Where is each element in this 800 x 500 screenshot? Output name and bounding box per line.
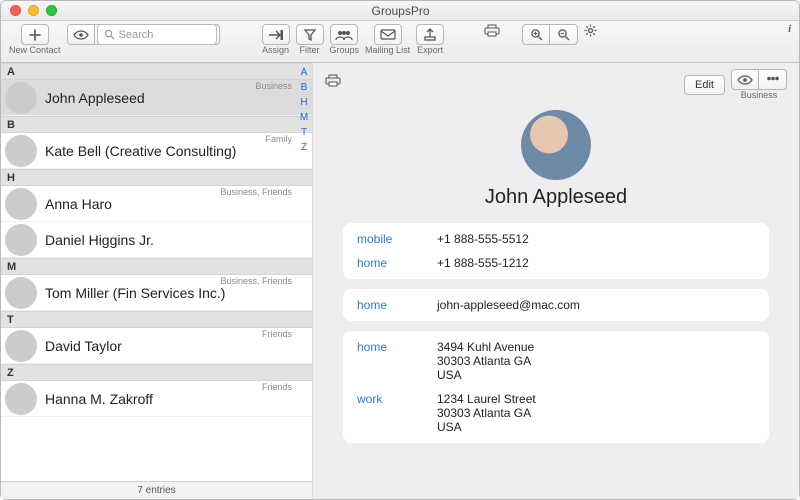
business-label: Business [741, 91, 778, 100]
detail-field-value: john-appleseed@mac.com [437, 298, 580, 312]
detail-field-label: mobile [357, 232, 437, 246]
alpha-index[interactable]: ABHMTZ [298, 67, 310, 153]
detail-row: mobile+1 888-555-5512 [343, 227, 769, 251]
index-letter[interactable]: B [298, 82, 310, 93]
section-header: B [1, 116, 312, 133]
index-letter[interactable]: Z [298, 142, 310, 153]
groups-label: Groups [330, 46, 360, 55]
edit-button[interactable]: Edit [684, 75, 725, 95]
search-field-wrap: Search [95, 24, 220, 45]
avatar [5, 277, 37, 309]
contact-row[interactable]: John Appleseed Business [1, 80, 312, 116]
contact-avatar [521, 110, 591, 180]
contact-row[interactable]: David Taylor Friends [1, 328, 312, 364]
contact-row[interactable]: Hanna M. Zakroff Friends [1, 381, 312, 417]
contact-name: John Appleseed [325, 186, 787, 209]
contact-name-label: John Appleseed [45, 90, 145, 106]
avatar [5, 330, 37, 362]
filter-label: Filter [300, 46, 320, 55]
phones-card: mobile+1 888-555-5512home+1 888-555-1212 [343, 223, 769, 279]
detail-field-label: home [357, 298, 437, 312]
detail-field-value: +1 888-555-5512 [437, 232, 529, 246]
print-button[interactable] [325, 74, 341, 95]
contact-name-label: David Taylor [45, 338, 122, 354]
index-letter[interactable]: M [298, 112, 310, 123]
eye-toggle[interactable] [67, 24, 95, 45]
print-button-2[interactable] [484, 24, 500, 45]
section-header: T [1, 311, 312, 328]
assign-label: Assign [262, 46, 289, 55]
detail-field-value: 1234 Laurel Street30303 Atlanta GAUSA [437, 392, 536, 434]
contact-row[interactable]: Kate Bell (Creative Consulting) Family [1, 133, 312, 169]
index-letter[interactable]: A [298, 67, 310, 78]
zoom-out-button[interactable] [550, 24, 578, 45]
contact-row[interactable]: Anna Haro Business, Friends [1, 186, 312, 222]
detail-field-label: home [357, 340, 437, 382]
contact-tag: Business, Friends [220, 187, 292, 197]
new-contact-label: New Contact [9, 46, 61, 55]
settings-button[interactable] [584, 24, 597, 45]
detail-row: home+1 888-555-1212 [343, 251, 769, 275]
contact-name-label: Kate Bell (Creative Consulting) [45, 143, 236, 159]
detail-eye-toggle[interactable] [731, 69, 759, 90]
assign-button[interactable] [262, 24, 290, 45]
index-letter[interactable]: T [298, 127, 310, 138]
avatar [5, 188, 37, 220]
footer-count: 7 entries [1, 481, 312, 499]
section-header: M [1, 258, 312, 275]
avatar [5, 82, 37, 114]
section-header: A [1, 63, 312, 80]
avatar [5, 383, 37, 415]
detail-row: work1234 Laurel Street30303 Atlanta GAUS… [343, 387, 769, 439]
groups-button[interactable] [330, 24, 358, 45]
contact-tag: Friends [262, 382, 292, 392]
avatar [5, 224, 37, 256]
index-letter[interactable]: H [298, 97, 310, 108]
contact-name-label: Daniel Higgins Jr. [45, 232, 154, 248]
export-label: Export [417, 46, 443, 55]
info-button[interactable]: i [788, 24, 791, 45]
detail-row: home3494 Kuhl Avenue30303 Atlanta GAUSA [343, 335, 769, 387]
detail-groups-toggle[interactable] [759, 69, 787, 90]
search-input[interactable]: Search [97, 24, 217, 45]
mailing-list-label: Mailing List [365, 46, 410, 55]
contact-name-label: Tom Miller (Fin Services Inc.) [45, 285, 225, 301]
contacts-sidebar: AJohn AppleseedBusinessBKate Bell (Creat… [1, 63, 313, 499]
mailing-list-button[interactable] [374, 24, 402, 45]
contact-row[interactable]: Daniel Higgins Jr. [1, 222, 312, 258]
section-header: Z [1, 364, 312, 381]
contact-tag: Business [255, 81, 292, 91]
detail-field-label: work [357, 392, 437, 434]
new-contact-button[interactable] [21, 24, 49, 45]
detail-field-value: +1 888-555-1212 [437, 256, 529, 270]
detail-row: homejohn-appleseed@mac.com [343, 293, 769, 317]
contact-tag: Family [266, 134, 293, 144]
filter-button[interactable] [296, 24, 324, 45]
contact-tag: Business, Friends [220, 276, 292, 286]
contact-tag: Friends [262, 329, 292, 339]
zoom-in-button[interactable] [522, 24, 550, 45]
search-placeholder: Search [119, 29, 154, 41]
avatar [5, 135, 37, 167]
addresses-card: home3494 Kuhl Avenue30303 Atlanta GAUSAw… [343, 331, 769, 443]
detail-field-value: 3494 Kuhl Avenue30303 Atlanta GAUSA [437, 340, 534, 382]
search-icon [104, 29, 115, 40]
window-title: GroupsPro [2, 4, 799, 18]
detail-field-label: home [357, 256, 437, 270]
contact-name-label: Hanna M. Zakroff [45, 391, 153, 407]
contact-name-label: Anna Haro [45, 196, 112, 212]
export-button[interactable] [416, 24, 444, 45]
contact-row[interactable]: Tom Miller (Fin Services Inc.)Business, … [1, 275, 312, 311]
section-header: H [1, 169, 312, 186]
emails-card: homejohn-appleseed@mac.com [343, 289, 769, 321]
toolbar: New Contact Search Assign Fi [1, 21, 799, 63]
detail-panel: Edit Business John Appleseed mobile+1 88 [313, 63, 799, 499]
